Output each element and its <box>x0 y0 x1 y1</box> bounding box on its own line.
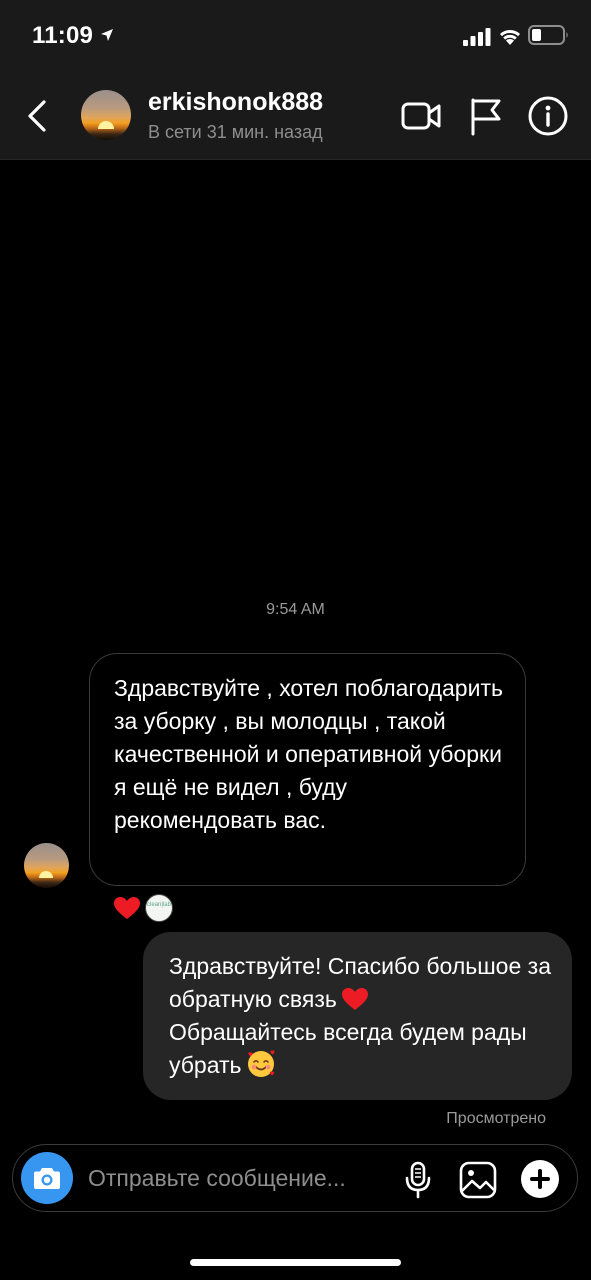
username[interactable]: erkishonok888 <box>148 88 323 117</box>
outgoing-message-bubble[interactable]: Здравствуйте! Спасибо большое за обратну… <box>143 932 572 1100</box>
red-heart-icon[interactable] <box>113 896 141 920</box>
status-time: 11:09 <box>32 22 94 49</box>
battery-icon <box>528 25 568 45</box>
flag-icon[interactable] <box>465 94 509 138</box>
message-timestamp: 9:54 AM <box>266 601 325 618</box>
gallery-icon[interactable] <box>459 1161 497 1199</box>
smiling-face-with-hearts-icon <box>247 1050 275 1077</box>
incoming-message-text: Здравствуйте , хотел поблагодарить за уб… <box>114 675 503 833</box>
outgoing-message-line2: Обращайтесь всегда будем рады убрать <box>169 1019 527 1078</box>
plus-icon[interactable] <box>521 1160 559 1198</box>
presence-status: В сети 31 мин. назад <box>148 122 323 142</box>
reactor-avatar[interactable]: clean|lab <box>145 894 173 922</box>
microphone-icon[interactable] <box>403 1161 433 1199</box>
camera-icon <box>34 1168 60 1189</box>
reactor-avatar-logo-text: clean|lab <box>147 902 171 908</box>
seen-status: Просмотрено <box>446 1110 546 1127</box>
video-call-icon[interactable] <box>399 94 443 138</box>
location-arrow-icon <box>101 29 113 41</box>
message-composer <box>12 1144 578 1212</box>
status-bar: 11:09 <box>0 0 591 72</box>
info-icon[interactable] <box>526 94 570 138</box>
incoming-message-bubble[interactable]: Здравствуйте , хотел поблагодарить за уб… <box>89 653 526 886</box>
message-input[interactable] <box>88 1157 393 1199</box>
red-heart-icon <box>341 988 368 1010</box>
outgoing-message-text: Здравствуйте! Спасибо большое за обратну… <box>169 950 564 1082</box>
cellular-signal-icon <box>463 28 491 46</box>
back-chevron-icon[interactable] <box>22 96 54 136</box>
chat-header: erkishonok888 В сети 31 мин. назад <box>0 72 591 160</box>
camera-button[interactable] <box>21 1152 73 1204</box>
wifi-icon <box>500 30 520 45</box>
sender-avatar[interactable] <box>24 843 69 888</box>
home-indicator[interactable] <box>190 1259 401 1266</box>
avatar[interactable] <box>81 90 131 140</box>
